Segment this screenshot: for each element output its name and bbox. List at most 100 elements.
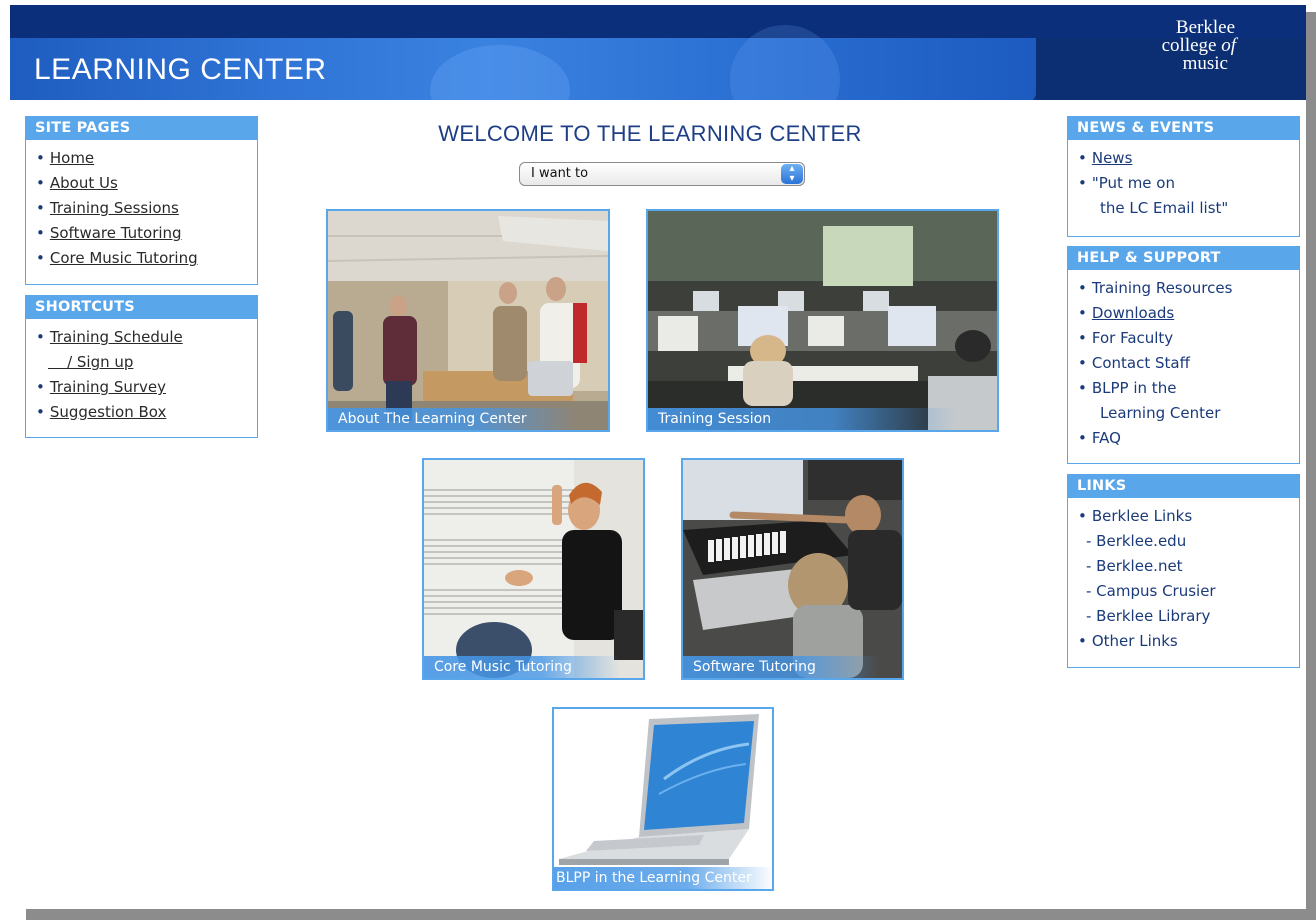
links-list: • Berklee Links - Berklee.edu - Berklee.n… bbox=[1068, 498, 1299, 662]
list-item: - Berklee.net bbox=[1078, 554, 1299, 579]
photo-training-session bbox=[648, 211, 997, 430]
help-support-heading: HELP & SUPPORT bbox=[1068, 247, 1299, 270]
list-item: • Software Tutoring bbox=[36, 221, 257, 246]
link-berklee-net[interactable]: - Berklee.net bbox=[1086, 557, 1183, 575]
link-downloads[interactable]: Downloads bbox=[1092, 304, 1174, 322]
list-item: • "Put me on bbox=[1078, 171, 1299, 196]
help-support-list: • Training Resources • Downloads • For Facu… bbox=[1068, 270, 1299, 459]
laptop-icon bbox=[554, 709, 772, 889]
bullet-icon: • bbox=[1078, 174, 1087, 192]
link-email-list-cont[interactable]: the LC Email list" bbox=[1100, 199, 1228, 217]
list-item: • Home bbox=[36, 146, 257, 171]
site-pages-list: • Home • About Us • Training Sessions • Soft… bbox=[26, 140, 257, 279]
link-campus-crusier[interactable]: - Campus Crusier bbox=[1086, 582, 1216, 600]
link-email-list[interactable]: "Put me on bbox=[1092, 174, 1175, 192]
list-item: - Berklee.edu bbox=[1078, 529, 1299, 554]
tile-about-learning-center[interactable]: About The Learning Center bbox=[326, 209, 610, 432]
link-blpp-cont[interactable]: Learning Center bbox=[1100, 404, 1220, 422]
links-heading: LINKS bbox=[1068, 475, 1299, 498]
shortcuts-box: SHORTCUTS • Training Schedule / Sign up •… bbox=[25, 295, 258, 438]
list-item: • Core Music Tutoring bbox=[36, 246, 257, 271]
news-events-heading: NEWS & EVENTS bbox=[1068, 117, 1299, 140]
link-core-music-tutoring[interactable]: Core Music Tutoring bbox=[50, 249, 198, 267]
link-faq[interactable]: FAQ bbox=[1092, 429, 1121, 447]
link-blpp[interactable]: BLPP in the bbox=[1092, 379, 1177, 397]
list-item: - Campus Crusier bbox=[1078, 579, 1299, 604]
bullet-icon: • bbox=[1078, 507, 1087, 525]
links-box: LINKS • Berklee Links - Berklee.edu - Ber… bbox=[1067, 474, 1300, 668]
photo-about bbox=[328, 211, 608, 430]
link-news[interactable]: News bbox=[1092, 149, 1133, 167]
link-software-tutoring[interactable]: Software Tutoring bbox=[50, 224, 182, 242]
tile-caption: Software Tutoring bbox=[683, 656, 880, 678]
link-suggestion-box[interactable]: Suggestion Box bbox=[50, 403, 167, 421]
site-header: LEARNING CENTER Berklee college of music bbox=[10, 5, 1306, 100]
list-item: • About Us bbox=[36, 171, 257, 196]
list-item: • Downloads bbox=[1078, 301, 1299, 326]
bullet-icon: • bbox=[1078, 279, 1087, 297]
list-item: • Other Links bbox=[1078, 629, 1299, 654]
berklee-logo[interactable]: Berklee college of music bbox=[1106, 18, 1236, 74]
list-item: the LC Email list" bbox=[1078, 196, 1299, 221]
bullet-icon: • bbox=[1078, 329, 1087, 347]
link-berklee-edu[interactable]: - Berklee.edu bbox=[1086, 532, 1186, 550]
site-title[interactable]: LEARNING CENTER bbox=[34, 53, 327, 87]
bullet-icon: • bbox=[36, 149, 45, 167]
link-training-survey[interactable]: Training Survey bbox=[50, 378, 166, 396]
bullet-icon: • bbox=[1078, 632, 1087, 650]
list-item: • News bbox=[1078, 146, 1299, 171]
link-contact-staff[interactable]: Contact Staff bbox=[1092, 354, 1190, 372]
select-arrows-icon[interactable]: ▴ ▾ bbox=[781, 164, 803, 184]
link-berklee-library[interactable]: - Berklee Library bbox=[1086, 607, 1210, 625]
help-support-box: HELP & SUPPORT • Training Resources • Down… bbox=[1067, 246, 1300, 464]
i-want-to-select[interactable]: I want to ▴ ▾ bbox=[519, 162, 805, 186]
link-for-faculty[interactable]: For Faculty bbox=[1092, 329, 1173, 347]
link-training-resources[interactable]: Training Resources bbox=[1092, 279, 1233, 297]
link-training-schedule[interactable]: Training Schedule bbox=[50, 328, 183, 346]
page-title: WELCOME TO THE LEARNING CENTER bbox=[438, 121, 862, 146]
tile-caption: About The Learning Center bbox=[328, 408, 576, 430]
select-value: I want to bbox=[531, 166, 589, 181]
bullet-icon: • bbox=[1078, 429, 1087, 447]
tile-training-session[interactable]: Training Session bbox=[646, 209, 999, 432]
bullet-icon: • bbox=[36, 249, 45, 267]
bullet-icon: • bbox=[36, 224, 45, 242]
bullet-icon: • bbox=[1078, 149, 1087, 167]
shortcuts-heading: SHORTCUTS bbox=[26, 296, 257, 319]
link-training-sessions[interactable]: Training Sessions bbox=[50, 199, 179, 217]
bullet-icon: • bbox=[1078, 304, 1087, 322]
page-shadow-right bbox=[1306, 12, 1316, 920]
tile-caption: Core Music Tutoring bbox=[424, 656, 621, 678]
link-other-links[interactable]: Other Links bbox=[1092, 632, 1178, 650]
list-item: • Training Schedule bbox=[36, 325, 257, 350]
bullet-icon: • bbox=[36, 403, 45, 421]
list-item: • FAQ bbox=[1078, 426, 1299, 451]
link-home[interactable]: Home bbox=[50, 149, 94, 167]
tile-software-tutoring[interactable]: Software Tutoring bbox=[681, 458, 904, 680]
news-events-box: NEWS & EVENTS • News • "Put me on the LC E… bbox=[1067, 116, 1300, 237]
page-shadow-bottom bbox=[26, 909, 1316, 920]
bullet-icon: • bbox=[36, 328, 45, 346]
bullet-icon: • bbox=[1078, 379, 1087, 397]
news-events-list: • News • "Put me on the LC Email list" bbox=[1068, 140, 1299, 229]
link-about-us[interactable]: About Us bbox=[50, 174, 118, 192]
tile-caption: BLPP in the Learning Center bbox=[554, 867, 772, 889]
bullet-icon: • bbox=[36, 174, 45, 192]
tile-blpp[interactable]: BLPP in the Learning Center bbox=[552, 707, 774, 891]
list-item: • Training Resources bbox=[1078, 276, 1299, 301]
list-item: • BLPP in the bbox=[1078, 376, 1299, 401]
list-item: • Training Sessions bbox=[36, 196, 257, 221]
link-sign-up[interactable]: / Sign up bbox=[48, 353, 133, 371]
list-item: / Sign up bbox=[36, 350, 257, 375]
list-item: • For Faculty bbox=[1078, 326, 1299, 351]
list-item: • Contact Staff bbox=[1078, 351, 1299, 376]
bullet-icon: • bbox=[1078, 354, 1087, 372]
photo-core-music-tutoring bbox=[424, 460, 643, 678]
link-berklee-links[interactable]: Berklee Links bbox=[1092, 507, 1192, 525]
shortcuts-list: • Training Schedule / Sign up • Training S… bbox=[26, 319, 257, 433]
list-item: • Suggestion Box bbox=[36, 400, 257, 425]
tile-core-music-tutoring[interactable]: Core Music Tutoring bbox=[422, 458, 645, 680]
list-item: • Berklee Links bbox=[1078, 504, 1299, 529]
list-item: Learning Center bbox=[1078, 401, 1299, 426]
brand-line-3: music bbox=[1182, 53, 1228, 74]
